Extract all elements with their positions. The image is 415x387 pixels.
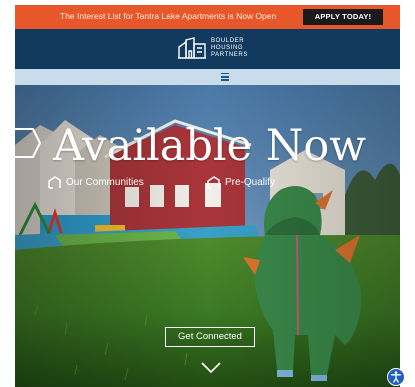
our-communities-link[interactable]: Our Communities <box>48 176 144 189</box>
hamburger-menu-icon[interactable] <box>221 73 229 81</box>
pre-qualify-label: Pre-Qualify <box>225 177 276 188</box>
logo-text: BOULDER HOUSING PARTNERS <box>211 38 248 59</box>
arrow-outline-icon <box>15 128 41 158</box>
building-outline-icon <box>178 37 206 59</box>
menu-bar <box>15 69 400 85</box>
get-connected-button[interactable]: Get Connected <box>165 327 255 347</box>
logo[interactable]: BOULDER HOUSING PARTNERS <box>177 37 248 59</box>
house-outline-icon <box>207 176 220 189</box>
announcement-bar: The Interest List for Tantra Lake Apartm… <box>15 5 400 29</box>
announcement-text: The Interest List for Tantra Lake Apartm… <box>60 11 277 21</box>
accessibility-icon[interactable] <box>387 368 405 386</box>
our-communities-label: Our Communities <box>66 177 144 188</box>
logo-line-1: BOULDER <box>211 37 245 44</box>
pre-qualify-link[interactable]: Pre-Qualify <box>207 176 275 189</box>
chevron-down-icon[interactable] <box>201 362 221 374</box>
site-header: BOULDER HOUSING PARTNERS <box>15 29 400 69</box>
hero-title: Available Now <box>53 121 367 171</box>
logo-line-2: HOUSING <box>211 44 244 51</box>
house-outline-icon <box>48 176 61 189</box>
hero-section: Available Now Our Communities Pre-Qualif… <box>15 85 400 387</box>
page: The Interest List for Tantra Lake Apartm… <box>0 0 415 387</box>
apply-today-button[interactable]: APPLY TODAY! <box>303 9 383 25</box>
logo-line-3: PARTNERS <box>211 51 248 58</box>
